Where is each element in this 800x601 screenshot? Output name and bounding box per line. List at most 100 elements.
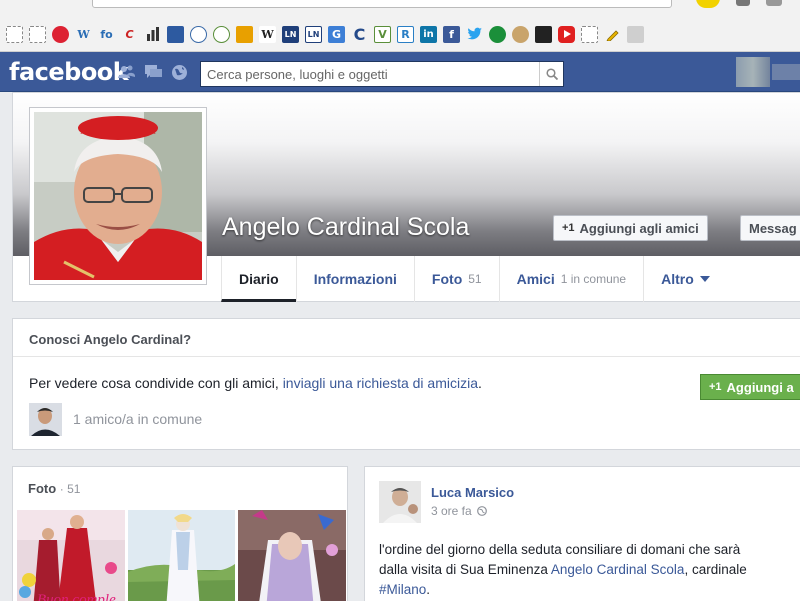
bookmark-icon[interactable]: LN — [282, 25, 299, 43]
mutual-friends-text[interactable]: 1 amico/a in comune — [73, 411, 202, 427]
message-label: Messag — [749, 220, 797, 236]
tab-informazioni[interactable]: Informazioni — [295, 256, 414, 302]
pencil-icon[interactable] — [604, 26, 621, 43]
linkedin-icon[interactable]: in — [420, 25, 437, 43]
photos-label: Foto — [28, 481, 57, 496]
search-icon — [545, 68, 558, 80]
facebook-icon[interactable]: f — [443, 25, 460, 43]
post-author-name[interactable]: Luca Marsico — [431, 485, 514, 500]
messages-icon[interactable] — [145, 64, 162, 80]
tab-amici[interactable]: Amici 1 in comune — [498, 256, 644, 302]
bookmark-icon[interactable] — [581, 25, 598, 43]
extension-icon[interactable] — [696, 0, 720, 8]
globe-icon[interactable] — [190, 25, 207, 43]
chevron-down-icon — [699, 276, 710, 282]
bookmark-icon[interactable] — [627, 25, 644, 43]
tab-label: Altro — [661, 271, 694, 287]
post-line: dalla visita di Sua Eminenza Angelo Card… — [379, 560, 800, 580]
friend-suggestion-card: Conosci Angelo Cardinal? Per vedere cosa… — [12, 318, 800, 450]
photos-title[interactable]: Foto · 51 — [28, 481, 80, 496]
friend-requests-icon[interactable] — [118, 64, 135, 80]
profile-header: Angelo Cardinal Scola +1 Aggiungi agli a… — [12, 92, 800, 302]
post-timestamp[interactable]: 3 ore fa — [431, 504, 487, 518]
add-friend-button[interactable]: +1 Aggiungi agli amici — [553, 215, 708, 241]
card-title: Conosci Angelo Cardinal? — [29, 332, 192, 347]
facebook-top-bar: facebook — [0, 52, 800, 92]
photo-thumbnail[interactable] — [128, 510, 235, 601]
bookmark-icon[interactable]: V — [374, 25, 391, 43]
search-button[interactable] — [539, 62, 563, 86]
bookmark-icon[interactable]: R — [397, 25, 414, 43]
bookmark-icon[interactable]: G — [328, 25, 345, 43]
hashtag-link[interactable]: #Milano — [379, 582, 426, 597]
tab-label: Informazioni — [313, 271, 397, 287]
bookmark-icon[interactable] — [6, 25, 23, 43]
profile-picture — [34, 112, 202, 280]
user-avatar[interactable] — [736, 57, 770, 87]
divider — [13, 356, 800, 357]
search-input[interactable] — [201, 62, 539, 86]
extension-icon[interactable] — [736, 0, 750, 6]
add-friend-icon: +1 — [709, 381, 722, 393]
bookmark-icon[interactable] — [512, 25, 529, 43]
notifications-globe-icon[interactable] — [171, 64, 188, 80]
browser-bookmarks-bar: W fo C W LN LN G C V R in f — [0, 0, 800, 52]
profile-tabs: Diario Informazioni Foto 51 Amici 1 in c… — [221, 256, 727, 302]
facebook-logo[interactable]: facebook — [9, 58, 129, 86]
bookmark-icon[interactable]: C — [121, 26, 138, 43]
photos-card: Foto · 51 Buon comple — [12, 466, 348, 601]
bookmark-icon[interactable]: C — [351, 25, 368, 44]
bookmark-icon[interactable] — [167, 25, 184, 43]
post-text: , cardinale — [684, 562, 747, 577]
bookmark-icon[interactable]: W — [75, 26, 92, 43]
text-prefix: Per vedere cosa condivide con gli amici, — [29, 375, 283, 391]
photos-count: 51 — [67, 482, 81, 496]
bookmark-icon[interactable] — [29, 25, 46, 43]
bar-chart-icon[interactable] — [144, 26, 161, 43]
add-friend-label: Aggiungi agli amici — [579, 220, 699, 236]
twitter-icon[interactable] — [466, 26, 483, 43]
add-friend-green-button[interactable]: +1 Aggiungi a — [700, 374, 800, 400]
photo-thumbnail[interactable]: Buon comple — [17, 510, 125, 601]
message-button[interactable]: Messag — [740, 215, 800, 241]
tab-count: 1 in comune — [560, 272, 627, 286]
post-body: l'ordine del giorno della seduta consili… — [379, 540, 800, 600]
bookmark-icon[interactable]: fo — [98, 26, 115, 43]
add-friend-icon: +1 — [562, 222, 575, 234]
post-text: . — [426, 582, 431, 597]
user-name[interactable] — [772, 64, 800, 80]
mentioned-page-link[interactable]: Angelo Cardinal Scola — [551, 562, 685, 577]
bookmark-icon[interactable] — [52, 25, 69, 43]
send-friend-request-link[interactable]: inviagli una richiesta di amicizia — [283, 375, 478, 391]
post-line: l'ordine del giorno della seduta consili… — [379, 542, 741, 557]
tab-diario[interactable]: Diario — [221, 256, 296, 302]
timeline-post: Luca Marsico 3 ore fa l'ordine del giorn… — [364, 466, 800, 601]
tab-count: 51 — [468, 272, 482, 286]
bookmark-icon[interactable] — [236, 25, 253, 43]
address-bar[interactable] — [92, 0, 672, 8]
post-time-text: 3 ore fa — [431, 504, 472, 518]
public-globe-icon[interactable] — [476, 506, 487, 516]
mutual-friend-avatar[interactable] — [29, 403, 62, 436]
tab-foto[interactable]: Foto 51 — [413, 256, 499, 302]
post-line: #Milano. — [379, 580, 800, 600]
page: W fo C W LN LN G C V R in f facebook Cer… — [0, 0, 800, 601]
search-box — [200, 61, 564, 87]
tab-altro[interactable]: Altro — [643, 256, 727, 302]
bookmark-row: W fo C W LN LN G C V R in f — [6, 24, 650, 44]
bookmark-icon[interactable] — [535, 25, 552, 43]
profile-name: Angelo Cardinal Scola — [222, 213, 470, 241]
tab-label: Amici — [516, 271, 555, 287]
wikipedia-icon[interactable]: W — [259, 25, 276, 43]
bookmark-icon[interactable] — [213, 25, 230, 43]
tab-label: Foto — [431, 271, 463, 287]
bookmark-icon[interactable]: LN — [305, 25, 322, 43]
text-suffix: . — [478, 375, 482, 391]
post-author-avatar[interactable] — [379, 481, 421, 523]
extension-icon[interactable] — [766, 0, 782, 6]
youtube-icon[interactable] — [558, 25, 575, 43]
profile-picture-frame[interactable] — [29, 107, 207, 285]
bookmark-icon[interactable] — [489, 25, 506, 43]
add-friend-label: Aggiungi a — [726, 379, 794, 395]
photo-thumbnail[interactable] — [238, 510, 346, 601]
